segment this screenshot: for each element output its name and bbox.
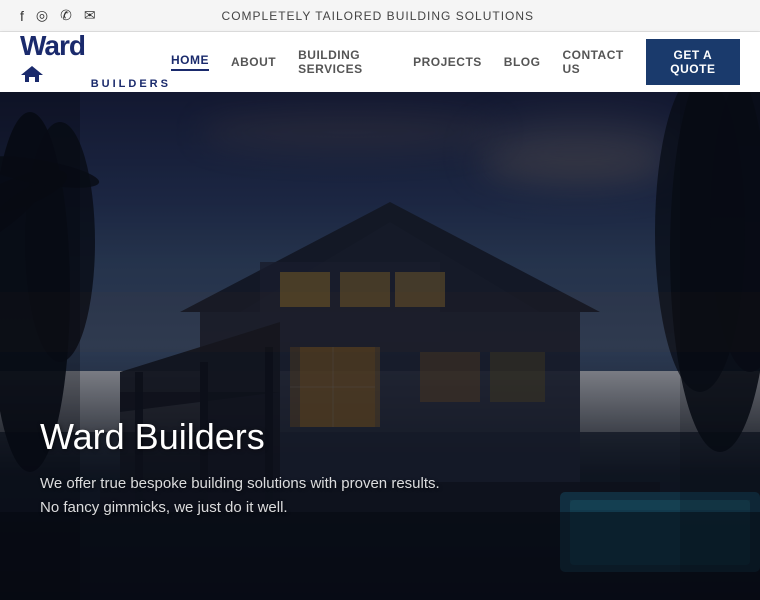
hero-title: Ward Builders (40, 416, 440, 458)
nav-about[interactable]: ABOUT (231, 55, 276, 69)
email-icon[interactable]: ✉ (84, 7, 96, 24)
nav-home[interactable]: HOME (171, 53, 209, 71)
facebook-icon[interactable]: f (20, 8, 24, 24)
get-quote-button[interactable]: GET A QUOTE (646, 39, 740, 85)
hero-overlay (0, 92, 760, 600)
social-icons: f ◎ ✆ ✉ (20, 7, 96, 24)
navbar: Ward BUILDERS HOME ABOUT BUILDING SERVIC… (0, 32, 760, 92)
hero-section: Ward Builders We offer true bespoke buil… (0, 92, 760, 600)
nav-blog[interactable]: BLOG (504, 55, 541, 69)
logo-sub: BUILDERS (91, 78, 171, 90)
nav-contact-us[interactable]: CONTACT US (562, 48, 623, 76)
top-bar: f ◎ ✆ ✉ COMPLETELY TAILORED BUILDING SOL… (0, 0, 760, 32)
nav-projects[interactable]: PROJECTS (413, 55, 482, 69)
nav-building-services[interactable]: BUILDING SERVICES (298, 48, 391, 76)
hero-content: Ward Builders We offer true bespoke buil… (40, 416, 440, 520)
instagram-icon[interactable]: ◎ (36, 7, 48, 24)
hero-subtitle: We offer true bespoke building solutions… (40, 472, 440, 520)
nav-links: HOME ABOUT BUILDING SERVICES PROJECTS BL… (171, 39, 740, 85)
phone-icon[interactable]: ✆ (60, 7, 72, 24)
logo[interactable]: Ward BUILDERS (20, 30, 171, 94)
logo-word: Ward (20, 30, 87, 94)
tagline: COMPLETELY TAILORED BUILDING SOLUTIONS (222, 9, 535, 23)
